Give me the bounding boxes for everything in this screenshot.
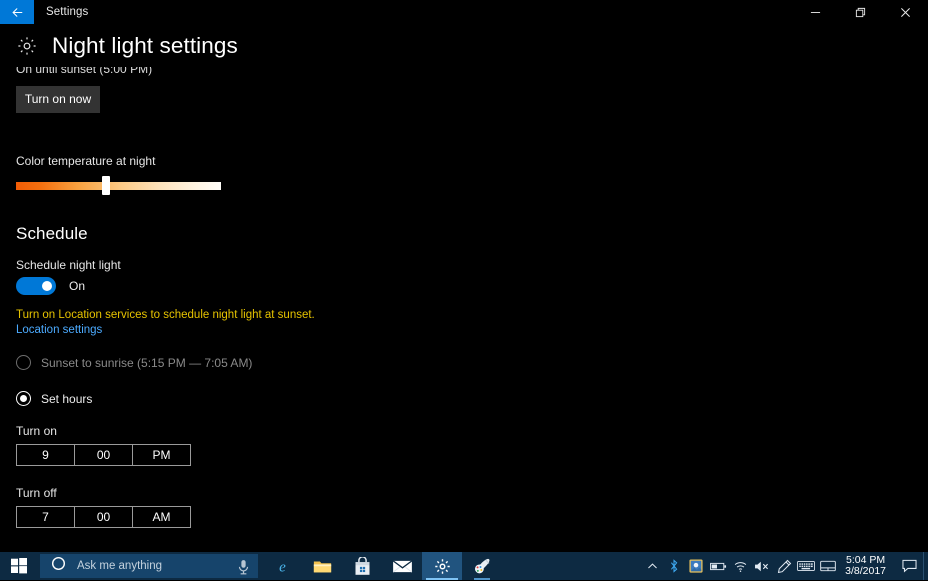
slider-track <box>16 182 221 190</box>
radio-set-hours[interactable]: Set hours <box>16 391 92 406</box>
restore-button[interactable] <box>838 0 883 24</box>
turn-on-now-button[interactable]: Turn on now <box>16 86 100 113</box>
wifi-icon[interactable] <box>729 552 751 580</box>
taskbar-mail-icon[interactable] <box>382 552 422 580</box>
title-bar: Settings <box>0 0 928 24</box>
settings-window: On until sunset (5:00 PM) Turn on now Co… <box>0 0 928 552</box>
taskbar-app-icons: e <box>262 552 502 580</box>
slider-thumb[interactable] <box>102 176 110 195</box>
schedule-night-light-toggle[interactable] <box>16 277 56 295</box>
turn-on-minute-field[interactable]: 00 <box>74 444 133 466</box>
turn-on-time-picker: 9 00 PM <box>16 444 190 466</box>
microphone-icon[interactable] <box>237 559 250 581</box>
color-temperature-label: Color temperature at night <box>16 154 155 168</box>
battery-icon[interactable] <box>707 552 729 580</box>
radio-circle-icon <box>16 355 31 370</box>
turn-on-hour-field[interactable]: 9 <box>16 444 75 466</box>
turn-off-hour-field[interactable]: 7 <box>16 506 75 528</box>
taskbar-file-explorer-icon[interactable] <box>302 552 342 580</box>
taskbar-store-icon[interactable] <box>342 552 382 580</box>
show-desktop-button[interactable] <box>923 552 928 580</box>
schedule-night-light-label: Schedule night light <box>16 258 121 272</box>
location-settings-link[interactable]: Location settings <box>16 324 102 336</box>
page-title: Night light settings <box>52 33 238 59</box>
settings-content-area: On until sunset (5:00 PM) Turn on now Co… <box>0 24 928 552</box>
turn-off-label: Turn off <box>16 486 57 500</box>
color-temperature-slider[interactable] <box>16 177 221 193</box>
svg-text:e: e <box>279 559 286 575</box>
radio-circle-selected-icon <box>16 391 31 406</box>
app-tray-icon[interactable] <box>685 552 707 580</box>
minimize-button[interactable] <box>793 0 838 24</box>
taskbar-edge-icon[interactable]: e <box>262 552 302 580</box>
search-input[interactable]: Ask me anything <box>40 554 258 578</box>
taskbar-settings-icon[interactable] <box>422 552 462 580</box>
radio-set-hours-label: Set hours <box>41 392 92 406</box>
close-button[interactable] <box>883 0 928 24</box>
gear-icon <box>16 35 38 57</box>
chevron-up-icon[interactable] <box>641 552 663 580</box>
touchpad-icon[interactable] <box>817 552 839 580</box>
radio-sunset-to-sunrise[interactable]: Sunset to sunrise (5:15 PM — 7:05 AM) <box>16 355 252 370</box>
pen-icon[interactable] <box>773 552 795 580</box>
title-bar-title: Settings <box>46 0 88 24</box>
taskbar-clock[interactable]: 5:04 PM 3/8/2017 <box>839 552 895 580</box>
toggle-knob <box>42 281 52 291</box>
turn-off-time-picker: 7 00 AM <box>16 506 190 528</box>
toggle-state-label: On <box>69 279 85 293</box>
start-button[interactable] <box>0 552 38 580</box>
back-button[interactable] <box>0 0 34 24</box>
turn-on-label: Turn on <box>16 424 57 438</box>
schedule-toggle-row: On <box>16 277 85 295</box>
taskbar-paint3d-icon[interactable] <box>462 552 502 580</box>
search-placeholder: Ask me anything <box>77 560 162 572</box>
turn-on-meridiem-field[interactable]: PM <box>132 444 191 466</box>
cortana-circle-icon <box>51 556 66 576</box>
page-header: Night light settings <box>0 24 928 67</box>
action-center-icon[interactable] <box>895 552 923 580</box>
radio-sunset-to-sunrise-label: Sunset to sunrise (5:15 PM — 7:05 AM) <box>41 356 252 370</box>
taskbar: Ask me anything e <box>0 552 928 580</box>
location-services-warning: Turn on Location services to schedule ni… <box>16 309 315 321</box>
clock-date: 3/8/2017 <box>845 566 886 577</box>
turn-off-meridiem-field[interactable]: AM <box>132 506 191 528</box>
schedule-heading: Schedule <box>16 224 88 244</box>
system-tray: 5:04 PM 3/8/2017 <box>641 552 928 580</box>
speaker-muted-icon[interactable] <box>751 552 773 580</box>
bluetooth-icon[interactable] <box>663 552 685 580</box>
keyboard-icon[interactable] <box>795 552 817 580</box>
turn-off-minute-field[interactable]: 00 <box>74 506 133 528</box>
